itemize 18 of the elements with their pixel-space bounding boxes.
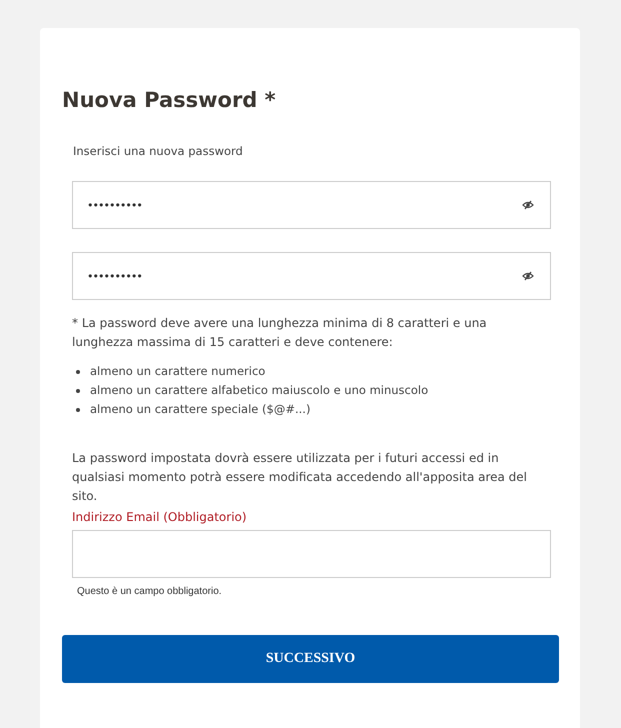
- intro-text: Inserisci una nuova password: [73, 144, 244, 158]
- rule-item: almeno un carattere alfabetico maiuscolo e uno minuscolo: [90, 382, 428, 399]
- password-field[interactable]: ••••••••••: [72, 252, 551, 300]
- email-field[interactable]: [72, 530, 551, 578]
- email-label: Indirizzo Email (Obbligatorio): [72, 510, 248, 524]
- eye-slash-icon[interactable]: [522, 200, 534, 210]
- password-rules-text: * La password deve avere una lunghezza minima di 8 caratteri e una lunghezza massima di 15 caratteri e deve contenere:: [72, 315, 488, 351]
- rule-item: almeno un carattere speciale ($@#...): [90, 401, 310, 418]
- next-button[interactable]: SUCCESSIVO: [62, 635, 559, 683]
- bullet-icon: [76, 408, 80, 412]
- info-text: La password impostata dovrà essere utilizzata per i futuri accessi ed in qualsiasi momento potrà essere modificata accedendo all'apposita area del sito.: [72, 450, 528, 505]
- bullet-icon: [76, 388, 80, 392]
- password-field[interactable]: ••••••••••: [72, 181, 551, 229]
- eye-slash-icon[interactable]: [522, 271, 534, 281]
- hint-text: Questo è un campo obbligatorio.: [77, 586, 223, 597]
- bullet-icon: [76, 370, 80, 374]
- rule-item: almeno un carattere numerico: [90, 363, 266, 380]
- page-title: Nuova Password *: [62, 87, 277, 114]
